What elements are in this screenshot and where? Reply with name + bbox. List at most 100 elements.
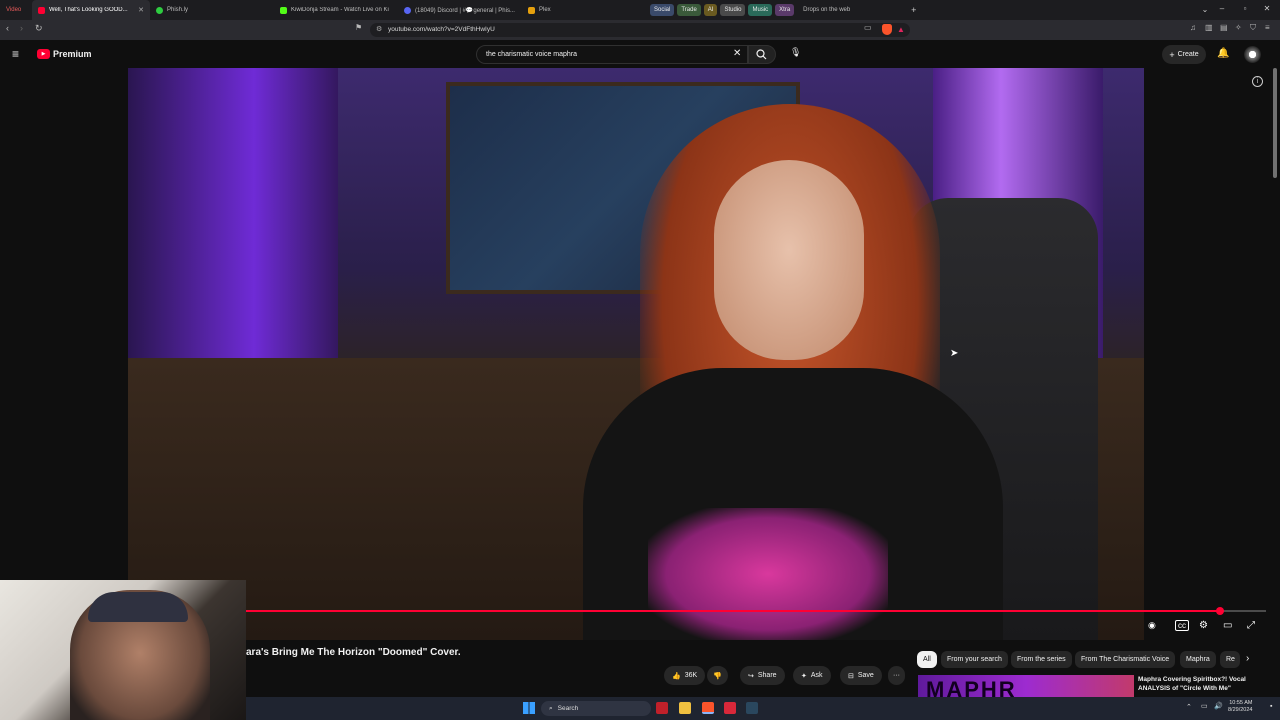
close-window-icon[interactable]: ✕	[1257, 4, 1277, 13]
site-info-icon[interactable]: ⚙	[376, 25, 382, 33]
chip-maphra[interactable]: Maphra	[1180, 651, 1216, 668]
menu-icon[interactable]: ≡	[1265, 23, 1270, 32]
taskbar-search-label: Search	[557, 705, 579, 712]
progress-bar[interactable]	[128, 607, 1266, 615]
music-icon[interactable]: ♫	[1190, 23, 1196, 32]
tab-group-social[interactable]: Social	[650, 4, 675, 16]
avatar[interactable]	[1244, 46, 1261, 63]
tray-chevron-icon[interactable]: ⌃	[1186, 703, 1192, 711]
like-button[interactable]: 👍 36K	[664, 666, 706, 685]
brave-browser-icon[interactable]	[702, 702, 714, 714]
taskbar-search[interactable]: ⌕ Search	[541, 701, 651, 716]
bookmark-icon[interactable]: ⚑	[355, 23, 362, 32]
file-explorer-icon[interactable]	[679, 702, 691, 714]
back-icon[interactable]: ‹	[6, 23, 9, 33]
save-button[interactable]: ⊟ Save	[840, 666, 882, 685]
chevron-right-icon[interactable]: ›	[1246, 653, 1249, 664]
clear-search-icon[interactable]: ✕	[733, 48, 741, 59]
wallet-icon[interactable]: ▤	[1220, 23, 1228, 32]
fullscreen-icon[interactable]: ⤢	[1247, 620, 1255, 631]
notifications-bell-icon[interactable]: 🔔	[1217, 48, 1229, 59]
tab-label: KiwiDonja Stream - Watch Live on Ki...	[291, 7, 389, 13]
video-player[interactable]	[128, 68, 1144, 640]
network-icon[interactable]: ▭	[1201, 702, 1208, 710]
autoplay-toggle-icon[interactable]: ◉	[1148, 620, 1156, 631]
tab-group-studio[interactable]: Studio	[720, 4, 746, 16]
tab-group-music[interactable]: Music	[748, 4, 773, 16]
tab-video[interactable]: Video	[0, 0, 32, 20]
youtube-favicon-icon	[38, 6, 45, 14]
tab-label: Plex	[539, 7, 551, 13]
bookmark-save-icon: ⊟	[848, 672, 854, 680]
recommendation-title[interactable]: Maphra Covering Spiritbox?! Vocal ANALYS…	[1138, 675, 1268, 693]
taskbar-search-icon: ⌕	[549, 704, 553, 712]
close-tab-icon[interactable]: ✕	[138, 6, 144, 14]
screen-icon[interactable]: ▭	[864, 23, 872, 32]
voice-search-icon[interactable]: 🎙	[790, 47, 802, 61]
forward-icon[interactable]: ›	[20, 23, 23, 33]
video-title: ara's Bring Me The Horizon "Doomed" Cove…	[246, 647, 461, 658]
save-label: Save	[857, 672, 874, 679]
brave-shield-icon[interactable]	[882, 24, 892, 35]
chip-more[interactable]: Re	[1220, 651, 1240, 668]
minimize-icon[interactable]: –	[1212, 4, 1232, 13]
brave-rewards-icon[interactable]: ▲	[897, 25, 905, 34]
tab-phishly[interactable]: Phish.ly	[150, 0, 274, 20]
windows-taskbar	[246, 697, 1280, 720]
tab-group-xtra[interactable]: Xtra	[775, 4, 795, 16]
tab-group-trade[interactable]: Trade	[677, 4, 701, 16]
info-icon[interactable]: i	[1252, 76, 1263, 87]
progress-scrubber[interactable]	[1216, 607, 1225, 615]
discord-favicon-icon	[404, 6, 411, 14]
guide-menu-icon[interactable]: ≡	[12, 47, 19, 61]
phishly-favicon-icon	[156, 6, 163, 14]
sidebar-icon[interactable]: ▥	[1205, 23, 1213, 32]
app-news-icon[interactable]	[724, 702, 736, 714]
chip-from-the-charismatic-voice[interactable]: From The Charismatic Voice	[1075, 651, 1176, 668]
mouse-cursor-icon: ➤	[950, 348, 959, 359]
plus-icon: +	[1169, 49, 1175, 60]
tab-label: (18049) Discord | #💬general | Phis...	[415, 7, 515, 14]
create-button[interactable]: + Create	[1162, 45, 1206, 64]
chip-from-the-series[interactable]: From the series	[1011, 651, 1072, 668]
vpn-icon[interactable]: ⛉	[1250, 23, 1256, 33]
tab-group-ai[interactable]: AI	[703, 4, 718, 16]
tab-drops[interactable]: Drops on the web	[797, 0, 907, 20]
steam-icon[interactable]	[746, 702, 758, 714]
tab-label: Well, That's Looking GOOD...	[49, 7, 128, 13]
miniplayer-icon[interactable]: ▭	[1223, 620, 1232, 631]
windows-start-icon[interactable]	[523, 702, 535, 714]
page-scrollbar[interactable]	[1273, 68, 1277, 178]
share-button[interactable]: ↪ Share	[740, 666, 785, 685]
video-scene-shirt-logo	[648, 508, 888, 640]
thumbs-down-icon: 👎	[713, 672, 722, 680]
volume-icon[interactable]: 🔊	[1214, 702, 1223, 710]
chip-all[interactable]: All	[917, 651, 937, 668]
search-icon	[756, 49, 767, 60]
maximize-icon[interactable]: ▫	[1235, 4, 1255, 13]
settings-gear-icon[interactable]: ⚙	[1199, 620, 1208, 631]
taskbar-clock[interactable]: 10:55 AM 8/29/2024	[1228, 700, 1252, 714]
search-query: the charismatic voice maphra	[486, 51, 578, 58]
captions-icon[interactable]: cc	[1175, 620, 1189, 631]
ask-button[interactable]: ✦ Ask	[793, 666, 831, 685]
reload-icon[interactable]: ↻	[35, 23, 43, 34]
more-actions-button[interactable]: ···	[888, 666, 905, 685]
webcam-overlay	[0, 580, 246, 720]
tab-discord[interactable]: (18049) Discord | #💬general | Phis...	[398, 0, 522, 20]
sparkle-icon: ✦	[801, 672, 807, 680]
youtube-logo[interactable]: ▶ Premium	[37, 49, 92, 59]
tab-plex[interactable]: Plex	[522, 0, 640, 20]
tab-youtube-active[interactable]: Well, That's Looking GOOD... ✕	[32, 0, 150, 20]
leo-icon[interactable]: ✧	[1235, 23, 1242, 32]
tab-kick[interactable]: KiwiDonja Stream - Watch Live on Ki...	[274, 0, 398, 20]
create-label: Create	[1177, 51, 1199, 58]
chip-from-your-search[interactable]: From your search	[941, 651, 1008, 668]
notification-center-icon[interactable]: ▪	[1270, 703, 1272, 710]
new-tab-button[interactable]: +	[911, 5, 916, 15]
youtube-play-icon: ▶	[37, 49, 50, 59]
dislike-button[interactable]: 👎	[707, 666, 728, 685]
share-label: Share	[757, 672, 777, 679]
tab-groups: Social Trade AI Studio Music Xtra	[650, 4, 797, 16]
app-red-icon[interactable]	[656, 702, 668, 714]
